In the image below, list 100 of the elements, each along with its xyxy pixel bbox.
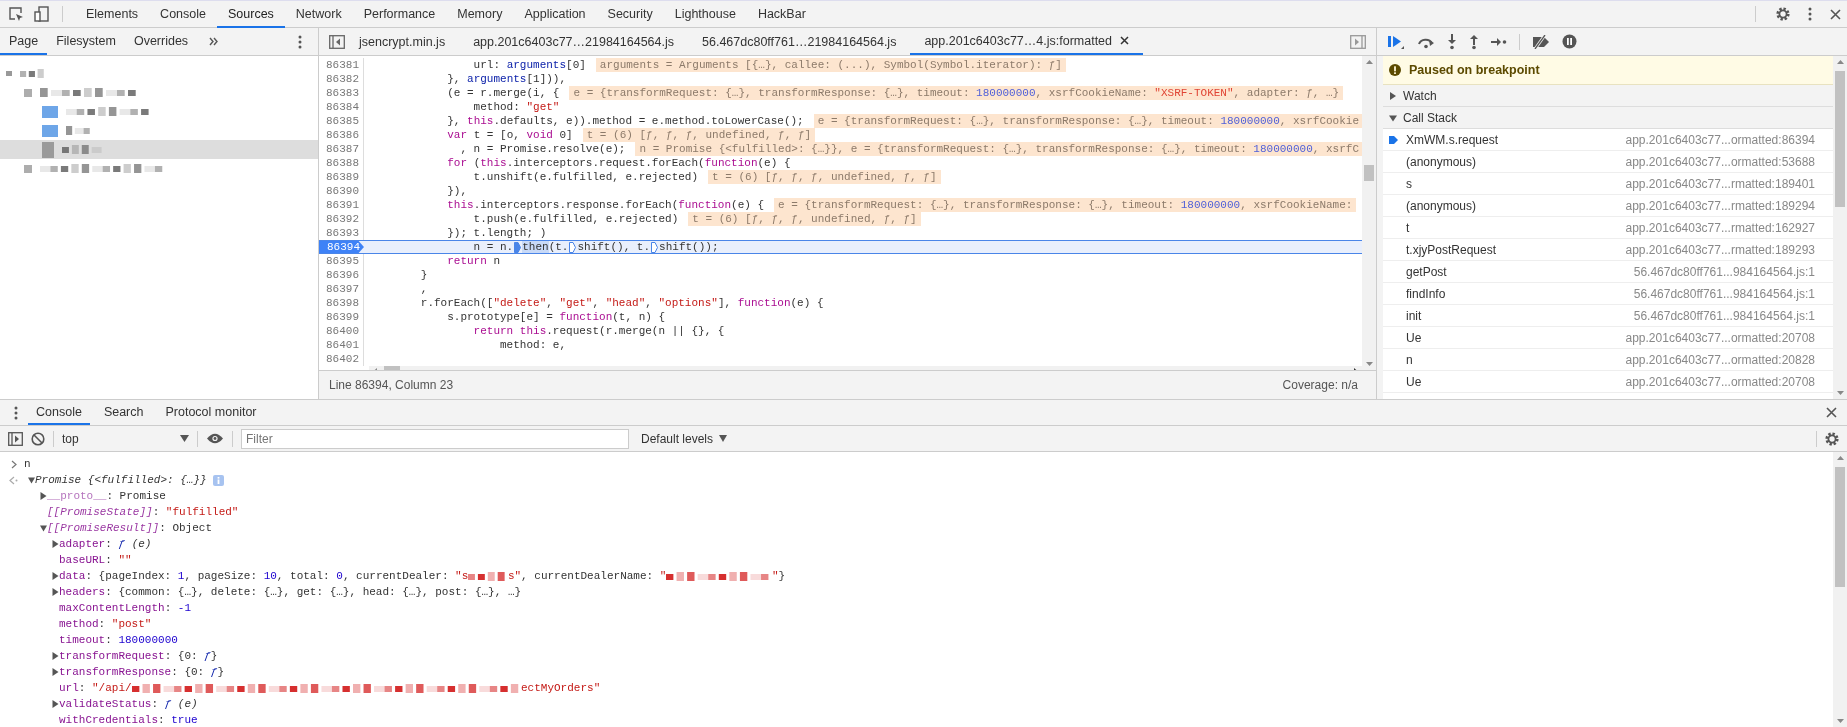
line-number[interactable]: 86395 xyxy=(319,254,364,268)
call-frame[interactable]: s app.201c6403c77...rmatted:189401 xyxy=(1383,173,1833,195)
expand-arrow-icon[interactable] xyxy=(52,540,59,548)
scrollbar[interactable] xyxy=(1833,56,1847,399)
device-toolbar-icon[interactable] xyxy=(34,6,50,22)
expand-arrow-icon[interactable] xyxy=(52,700,59,708)
call-frame[interactable]: (anonymous) app.201c6403c77...rmatted:189294 xyxy=(1383,195,1833,217)
line-number[interactable]: 86398 xyxy=(319,296,364,310)
panel-tab[interactable]: Security xyxy=(596,0,664,28)
deactivate-breakpoints-icon[interactable] xyxy=(1532,34,1550,49)
line-number[interactable]: 86387 xyxy=(319,142,364,156)
line-number[interactable]: 86383 xyxy=(319,86,364,100)
call-frame[interactable]: t app.201c6403c77...rmatted:162927 xyxy=(1383,217,1833,239)
inline-breakpoint-icon[interactable] xyxy=(569,241,577,253)
section-header[interactable]: Watch xyxy=(1383,85,1833,107)
line-number[interactable]: 86402 xyxy=(319,352,364,366)
line-number[interactable]: 86389 xyxy=(319,170,364,184)
file-tab[interactable]: 56.467dc80ff761…21984164564.js xyxy=(688,28,911,55)
sidebar-toggle-icon[interactable] xyxy=(1350,34,1366,49)
settings-icon[interactable] xyxy=(1825,431,1839,446)
close-icon[interactable] xyxy=(1826,407,1837,418)
call-frame[interactable]: init 56.467dc80ff761...984164564.js:1 xyxy=(1383,305,1833,327)
file-tab[interactable]: app.201c6403c77…21984164564.js xyxy=(459,28,688,55)
scroll-up-arrow-icon[interactable] xyxy=(1835,455,1845,461)
line-number[interactable]: 86401 xyxy=(319,338,364,352)
settings-icon[interactable] xyxy=(1776,7,1790,21)
expand-arrow-icon[interactable] xyxy=(40,492,47,500)
expand-arrow-icon[interactable] xyxy=(52,668,59,676)
line-number[interactable]: 86394 xyxy=(319,241,364,253)
navigator-tab[interactable]: Filesystem xyxy=(47,28,125,55)
eye-icon[interactable] xyxy=(206,433,224,444)
pause-on-exceptions-icon[interactable] xyxy=(1562,34,1577,49)
line-number[interactable]: 86397 xyxy=(319,282,364,296)
drawer-tab[interactable]: Protocol monitor xyxy=(157,400,265,425)
line-number[interactable]: 86384 xyxy=(319,100,364,114)
panel-tab[interactable]: Performance xyxy=(352,0,447,28)
scroll-down-arrow-icon[interactable] xyxy=(1835,390,1845,396)
panel-tab[interactable]: Console xyxy=(149,0,217,28)
scrollbar-thumb[interactable] xyxy=(1364,165,1374,181)
panel-tab[interactable]: Memory xyxy=(446,0,514,28)
more-icon[interactable] xyxy=(14,405,18,420)
call-frame[interactable]: Ue app.201c6403c77...ormatted:20708 xyxy=(1383,371,1833,393)
inline-breakpoint-icon[interactable] xyxy=(651,241,659,253)
scrollbar-thumb[interactable] xyxy=(1835,467,1845,587)
more-icon[interactable] xyxy=(298,34,302,49)
call-frame[interactable]: t.xjyPostRequest app.201c6403c77...rmatted:189293 xyxy=(1383,239,1833,261)
call-frame[interactable]: Ue app.201c6403c77...ormatted:20708 xyxy=(1383,327,1833,349)
panel-tab[interactable]: HackBar xyxy=(746,0,817,28)
sidebar-toggle-icon[interactable] xyxy=(8,431,23,446)
scroll-up-arrow-icon[interactable] xyxy=(1835,59,1845,65)
expand-arrow-icon[interactable] xyxy=(52,588,59,596)
scroll-down-arrow-icon[interactable] xyxy=(1835,718,1845,724)
expand-arrow-icon[interactable] xyxy=(52,572,59,580)
more-icon[interactable] xyxy=(1808,7,1812,21)
call-frame[interactable]: n app.201c6403c77...ormatted:20828 xyxy=(1383,349,1833,371)
line-number[interactable]: 86385 xyxy=(319,114,364,128)
line-number[interactable]: 86386 xyxy=(319,128,364,142)
call-frame[interactable]: findInfo 56.467dc80ff761...984164564.js:1 xyxy=(1383,283,1833,305)
context-select[interactable]: top xyxy=(62,431,189,446)
scrollbar[interactable] xyxy=(1362,56,1376,370)
section-header[interactable]: Call Stack xyxy=(1383,107,1833,129)
line-number[interactable]: 86396 xyxy=(319,268,364,282)
more-tabs-icon[interactable] xyxy=(209,37,219,46)
drawer-tab[interactable]: Search xyxy=(95,400,152,425)
call-frame[interactable]: getPost 56.467dc80ff761...984164564.js:1 xyxy=(1383,261,1833,283)
file-tab[interactable]: jsencrypt.min.js xyxy=(345,28,460,55)
panel-tab[interactable]: Elements xyxy=(75,0,150,28)
navigator-tab[interactable]: Page xyxy=(0,28,48,55)
line-number[interactable]: 86388 xyxy=(319,156,364,170)
line-number[interactable]: 86382 xyxy=(319,72,364,86)
sidebar-toggle-icon[interactable] xyxy=(329,34,345,49)
scrollbar[interactable] xyxy=(1833,452,1847,727)
filter-field[interactable]: Filter xyxy=(241,428,629,449)
step-into-icon[interactable] xyxy=(1447,33,1457,50)
clear-console-icon[interactable] xyxy=(31,431,45,446)
close-tab-icon[interactable] xyxy=(1120,36,1130,45)
line-number[interactable]: 86400 xyxy=(319,324,364,338)
close-icon[interactable] xyxy=(1830,8,1841,20)
resume-icon[interactable] xyxy=(1387,33,1405,50)
scroll-up-arrow-icon[interactable] xyxy=(1364,59,1374,65)
scroll-down-arrow-icon[interactable] xyxy=(1364,361,1374,367)
call-frame[interactable]: XmWM.s.request app.201c6403c77...ormatted:86394 xyxy=(1383,129,1833,151)
line-number[interactable]: 86391 xyxy=(319,198,364,212)
line-number[interactable]: 86381 xyxy=(319,58,364,72)
line-number[interactable]: 86399 xyxy=(319,310,364,324)
collapse-arrow-icon[interactable] xyxy=(28,476,35,484)
expand-arrow-icon[interactable] xyxy=(52,652,59,660)
step-icon[interactable] xyxy=(1491,36,1507,47)
scrollbar-thumb[interactable] xyxy=(1835,71,1845,207)
line-number[interactable]: 86392 xyxy=(319,212,364,226)
panel-tab[interactable]: Application xyxy=(513,0,597,28)
line-number[interactable]: 86390 xyxy=(319,184,364,198)
panel-tab[interactable]: Network xyxy=(284,0,353,28)
call-frame[interactable]: (anonymous) app.201c6403c77...ormatted:53688 xyxy=(1383,151,1833,173)
panel-tab[interactable]: Lighthouse xyxy=(663,0,747,28)
log-levels-dropdown[interactable]: Default levels xyxy=(641,431,728,446)
navigator-tab[interactable]: Overrides xyxy=(124,28,198,55)
inspect-icon[interactable] xyxy=(8,6,24,22)
collapse-arrow-icon[interactable] xyxy=(40,524,47,532)
file-tab[interactable]: app.201c6403c77…4.js:formatted xyxy=(910,28,1144,55)
